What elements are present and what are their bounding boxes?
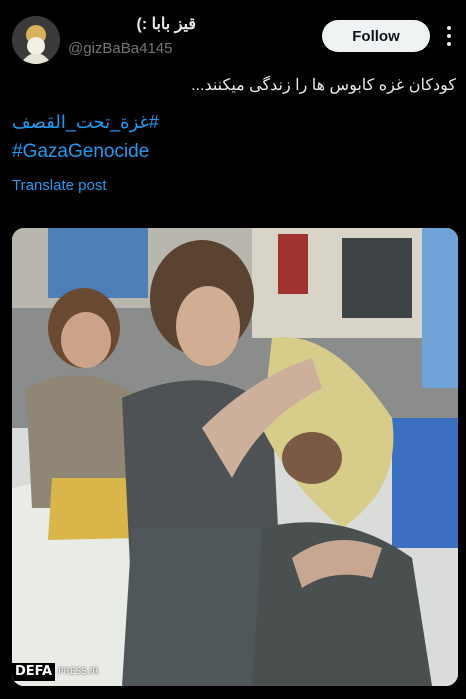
display-name[interactable]: قیز بابا :) xyxy=(0,14,196,34)
follow-button[interactable]: Follow xyxy=(322,20,430,52)
watermark-site: PRESS.IR xyxy=(58,667,99,677)
post-text: کودکان غزه کابوس ها را زندگی میکنند... xyxy=(191,77,456,94)
translate-post-link[interactable]: Translate post xyxy=(12,177,107,194)
hashtag-link[interactable]: #غزة_تحت_القصف xyxy=(12,112,159,133)
watermark-brand: DEFA xyxy=(12,663,56,681)
post-header: قیز بابا :) @gizBaBa4145 Follow xyxy=(0,0,466,70)
user-handle[interactable]: @gizBaBa4145 xyxy=(68,40,172,57)
photo-illustration xyxy=(12,228,458,686)
more-options-icon[interactable] xyxy=(440,26,458,46)
post-photo[interactable]: DEFA PRESS.IR xyxy=(12,228,458,686)
hashtag-link[interactable]: #GazaGenocide xyxy=(12,141,149,163)
watermark-logo: DEFA PRESS.IR xyxy=(12,662,99,682)
